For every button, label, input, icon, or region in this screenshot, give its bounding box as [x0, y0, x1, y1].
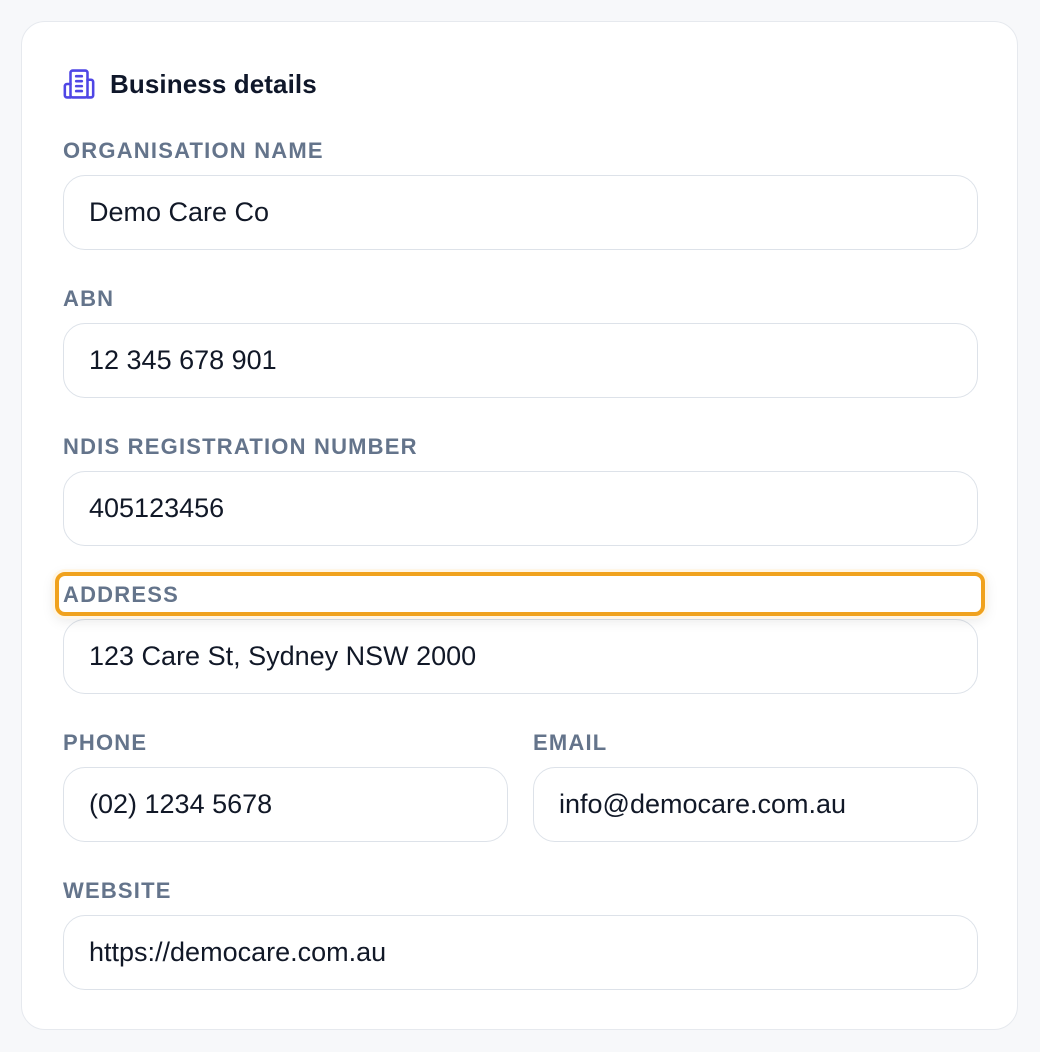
website-label: WEBSITE	[63, 878, 172, 903]
organisation-name-input[interactable]	[63, 175, 978, 250]
card-title: Business details	[110, 68, 317, 99]
building-icon	[62, 67, 96, 101]
business-details-card: Business details ORGANISATION NAME ABN N…	[21, 21, 1018, 1030]
ndis-registration-number-label: NDIS REGISTRATION NUMBER	[63, 434, 418, 459]
address-label-highlight	[55, 572, 985, 616]
email-label: EMAIL	[533, 730, 608, 755]
email-input[interactable]	[533, 767, 978, 842]
ndis-registration-number-input[interactable]	[63, 471, 978, 546]
abn-label: ABN	[63, 286, 115, 311]
organisation-name-label: ORGANISATION NAME	[63, 138, 324, 163]
address-label: ADDRESS	[63, 582, 179, 607]
card-header: Business details	[62, 66, 317, 102]
abn-input[interactable]	[63, 323, 978, 398]
phone-input[interactable]	[63, 767, 508, 842]
address-input[interactable]	[63, 619, 978, 694]
phone-label: PHONE	[63, 730, 148, 755]
website-input[interactable]	[63, 915, 978, 990]
